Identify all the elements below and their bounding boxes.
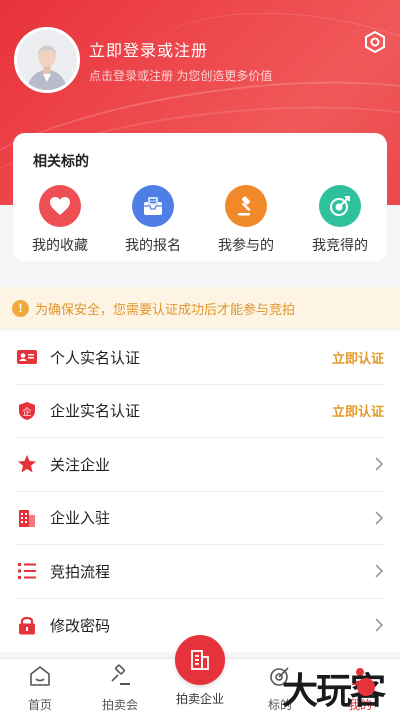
list-steps-icon [16,560,38,582]
chevron-right-icon [375,457,384,471]
inbox-icon [132,185,174,227]
chevron-right-icon [375,618,384,632]
tile-my-favorites[interactable]: 我的收藏 [25,185,95,255]
verify-now-link[interactable]: 立即认证 [332,401,384,420]
related-items-card: 相关标的 我的收藏 我的报名 我参与的 我竞得的 [13,133,387,261]
heart-icon [39,185,81,227]
menu-item-enterprise-verification[interactable]: 企 企业实名认证 立即认证 [16,385,384,438]
star-icon [16,453,38,475]
tile-label: 我的报名 [125,237,181,253]
menu-item-enterprise-settlement[interactable]: 企业入驻 [16,492,384,545]
enterprise-shield-icon: 企 [16,400,38,422]
avatar[interactable] [14,27,80,93]
menu-item-label: 修改密码 [50,617,111,635]
card-title: 相关标的 [33,153,89,169]
target-icon [319,185,361,227]
menu-item-followed-companies[interactable]: 关注企业 [16,438,384,492]
gavel-icon [111,664,130,685]
tab-home[interactable]: 首页 [0,659,80,711]
tab-label: 拍卖会 [101,698,138,711]
svg-text:企: 企 [22,406,31,418]
tile-my-registrations[interactable]: 我的报名 [118,185,188,255]
tab-auction-companies-button[interactable] [175,635,225,685]
menu-item-label: 竞拍流程 [50,563,111,581]
home-icon [30,666,50,686]
menu-item-label: 企业入驻 [50,510,111,528]
building-icon [16,507,38,529]
menu-item-label: 关注企业 [50,456,111,474]
menu-item-label: 企业实名认证 [50,403,141,421]
tile-label: 我竞得的 [312,237,368,253]
gavel-icon [225,185,267,227]
lock-icon [16,614,38,636]
tile-my-participations[interactable]: 我参与的 [211,185,281,255]
tab-auctions[interactable]: 拍卖会 [80,659,160,711]
chevron-right-icon [375,564,384,578]
tile-label: 我的收藏 [32,237,88,253]
building-icon [191,650,209,670]
tab-label: 首页 [27,698,52,711]
notice-text: 为确保安全，您需要认证成功后才能参与竞拍 [35,301,296,317]
chevron-right-icon [375,511,384,525]
info-icon: ! [12,299,29,317]
verify-now-link[interactable]: 立即认证 [332,348,384,367]
verification-notice: ! 为确保安全，您需要认证成功后才能参与竞拍 [0,287,400,329]
menu-item-bidding-process[interactable]: 竞拍流程 [16,545,384,599]
login-subtitle[interactable]: 点击登录或注册 为您创造更多价值 [89,67,272,84]
settings-icon[interactable] [363,30,387,54]
tab-auction-companies-label[interactable]: 拍卖企业 [160,690,240,707]
menu-item-personal-verification[interactable]: 个人实名认证 立即认证 [16,331,384,385]
tile-label: 我参与的 [218,237,274,253]
tile-my-won[interactable]: 我竞得的 [305,185,375,255]
default-avatar-icon [17,30,77,90]
login-title[interactable]: 立即登录或注册 [89,37,208,61]
id-card-icon [16,346,38,368]
menu-list: 个人实名认证 立即认证 企 企业实名认证 立即认证 关注企业 企业入驻 竞拍流程 [0,331,400,652]
menu-item-label: 个人实名认证 [50,349,141,367]
watermark-dot [357,678,375,696]
